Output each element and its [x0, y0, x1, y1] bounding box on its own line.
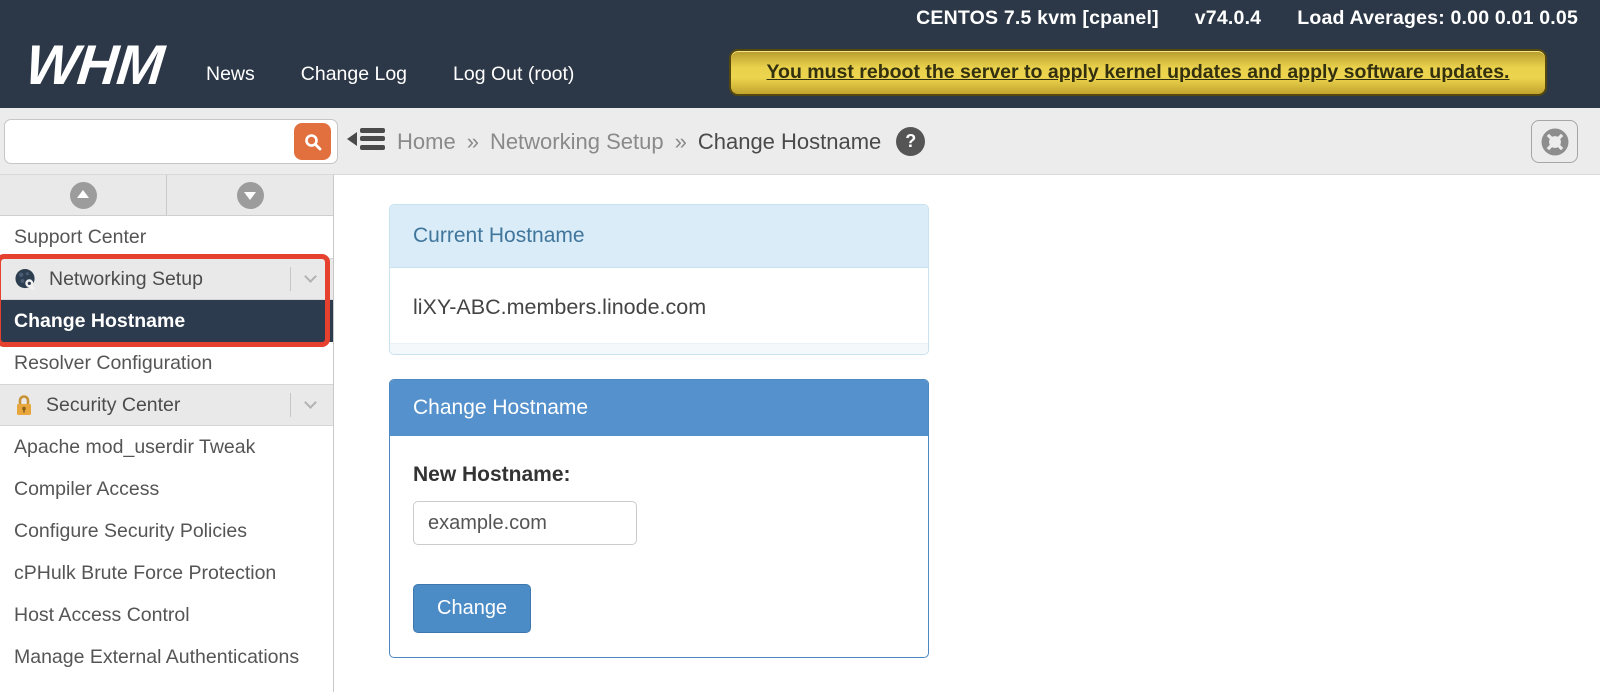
lock-icon — [14, 394, 34, 416]
sidebar-item-label: Manage External Authentications — [14, 646, 299, 669]
current-hostname-value: liXY-ABC.members.linode.com — [390, 268, 928, 343]
globe-wrench-icon — [14, 268, 37, 291]
panel-footer — [390, 343, 928, 354]
app-header: CENTOS 7.5 kvm [cpanel] v74.0.4 Load Ave… — [0, 0, 1600, 108]
sidebar-group-networking-setup[interactable]: Networking Setup — [0, 258, 333, 300]
sidebar-item-label: Configure Security Policies — [14, 520, 247, 543]
chevron-down-icon[interactable] — [304, 270, 317, 283]
sidebar-group-label: Security Center — [46, 394, 180, 417]
breadcrumb-home[interactable]: Home — [397, 129, 456, 155]
sidebar-search — [4, 119, 338, 164]
divider — [290, 393, 291, 417]
scroll-up-button[interactable] — [0, 175, 167, 215]
sidebar-item-host-access-control[interactable]: Host Access Control — [0, 594, 333, 636]
sidebar-item-resolver-configuration[interactable]: Resolver Configuration — [0, 342, 333, 384]
sidebar-item-label: Compiler Access — [14, 478, 159, 501]
sidebar-item-label: Change Hostname — [14, 310, 185, 333]
whm-version-label: v74.0.4 — [1195, 7, 1261, 30]
toolbar: Home » Networking Setup » Change Hostnam… — [0, 108, 1600, 175]
header-nav: News Change Log Log Out (root) — [206, 63, 574, 86]
sidebar-item-configure-security-policies[interactable]: Configure Security Policies — [0, 510, 333, 552]
help-icon[interactable]: ? — [896, 127, 925, 156]
sidebar-item-change-hostname[interactable]: Change Hostname — [0, 300, 333, 342]
arrow-up-icon — [70, 182, 97, 209]
sidebar-item-label: cPHulk Brute Force Protection — [14, 562, 276, 585]
sidebar-item-cphulk-brute-force[interactable]: cPHulk Brute Force Protection — [0, 552, 333, 594]
nav-news-link[interactable]: News — [206, 63, 255, 86]
life-ring-icon — [1541, 128, 1569, 156]
breadcrumb-current-page: Change Hostname — [698, 129, 881, 155]
left-arrow-icon — [347, 132, 357, 146]
sidebar-item-label: Resolver Configuration — [14, 352, 212, 375]
nav-change-log-link[interactable]: Change Log — [301, 63, 407, 86]
sidebar-group-label: Networking Setup — [49, 268, 203, 291]
breadcrumb: Home » Networking Setup » Change Hostnam… — [397, 108, 925, 175]
sidebar-group-security-center[interactable]: Security Center — [0, 384, 333, 426]
sidebar-item-apache-mod-userdir[interactable]: Apache mod_userdir Tweak — [0, 426, 333, 468]
main-content: Current Hostname liXY-ABC.members.linode… — [335, 176, 1600, 692]
arrow-down-icon — [237, 182, 264, 209]
sidebar-item-label: Support Center — [14, 226, 146, 249]
reboot-alert-link[interactable]: You must reboot the server to apply kern… — [767, 61, 1510, 84]
server-status-bar: CENTOS 7.5 kvm [cpanel] v74.0.4 Load Ave… — [916, 7, 1578, 30]
breadcrumb-separator: » — [467, 129, 479, 155]
current-hostname-panel: Current Hostname liXY-ABC.members.linode… — [389, 204, 929, 355]
sidebar-item-label: Apache mod_userdir Tweak — [14, 436, 255, 459]
sidebar-item-label: Host Access Control — [14, 604, 190, 627]
chevron-down-icon[interactable] — [304, 396, 317, 409]
change-hostname-panel: Change Hostname New Hostname: Change — [389, 379, 929, 658]
scroll-down-button[interactable] — [167, 175, 333, 215]
reboot-alert-banner[interactable]: You must reboot the server to apply kern… — [729, 49, 1547, 96]
load-averages-label: Load Averages: 0.00 0.01 0.05 — [1297, 7, 1578, 30]
sidebar-pager — [0, 175, 333, 216]
search-button[interactable] — [294, 123, 331, 160]
menu-bars-icon — [360, 124, 385, 153]
collapse-sidebar-icon[interactable] — [347, 124, 385, 153]
new-hostname-label: New Hostname: — [413, 463, 905, 487]
sidebar: Support Center Networking Setup Change H… — [0, 175, 334, 692]
panel-title: Change Hostname — [390, 380, 928, 436]
whm-app: CENTOS 7.5 kvm [cpanel] v74.0.4 Load Ave… — [0, 0, 1600, 692]
change-hostname-form: New Hostname: Change — [390, 436, 928, 657]
support-button[interactable] — [1531, 120, 1578, 163]
panel-title: Current Hostname — [390, 205, 928, 268]
sidebar-item-manage-external-authentications[interactable]: Manage External Authentications — [0, 636, 333, 678]
whm-logo: WHM — [23, 32, 167, 97]
nav-log-out-link[interactable]: Log Out (root) — [453, 63, 574, 86]
sidebar-item-compiler-access[interactable]: Compiler Access — [0, 468, 333, 510]
divider — [290, 267, 291, 291]
breadcrumb-separator: » — [675, 129, 687, 155]
magnifier-icon — [303, 132, 323, 152]
sidebar-item-support-center[interactable]: Support Center — [0, 216, 333, 258]
search-input[interactable] — [4, 119, 338, 164]
os-version-label: CENTOS 7.5 kvm [cpanel] — [916, 7, 1159, 30]
change-button[interactable]: Change — [413, 584, 531, 633]
breadcrumb-section[interactable]: Networking Setup — [490, 129, 664, 155]
new-hostname-input[interactable] — [413, 501, 637, 545]
